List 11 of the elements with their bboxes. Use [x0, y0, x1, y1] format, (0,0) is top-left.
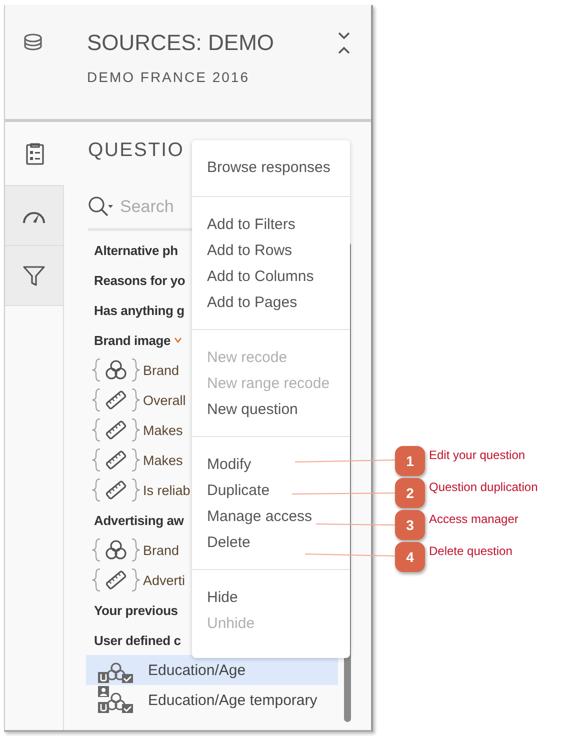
- callout-label: Question duplication: [429, 480, 538, 494]
- step-badge: 3: [395, 510, 425, 540]
- callout-label: Edit your question: [429, 448, 526, 462]
- callout-label: Delete question: [429, 544, 512, 558]
- step-badge: 2: [395, 478, 425, 508]
- step-badge: 4: [395, 542, 425, 572]
- panel-title: SOURCES: DEMO: [87, 29, 276, 57]
- source-name: DEMO FRANCE 2016: [87, 69, 250, 85]
- questions-title: QUESTIO: [88, 138, 184, 163]
- step-badge: 1: [395, 446, 425, 476]
- callout-label: Access manager: [429, 512, 518, 526]
